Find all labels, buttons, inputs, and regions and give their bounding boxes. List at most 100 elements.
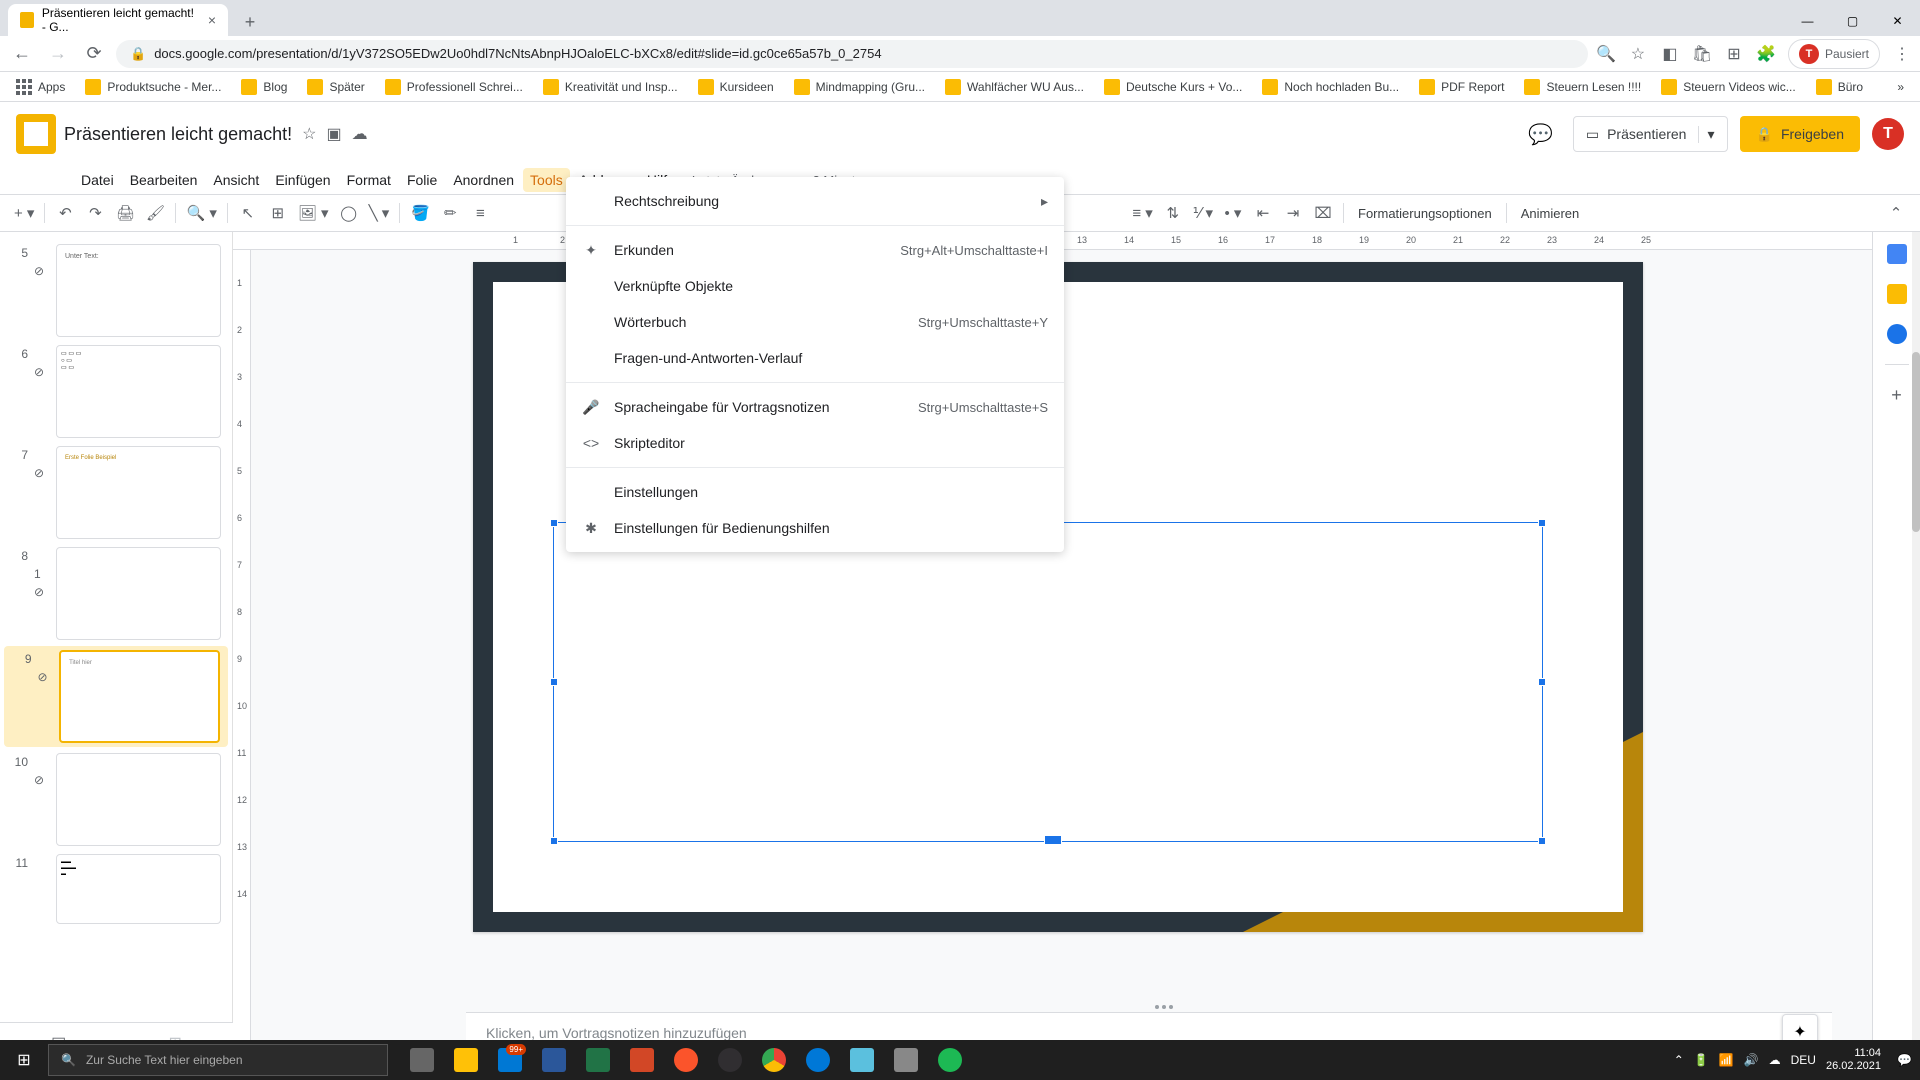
bookmark-item[interactable]: Steuern Videos wic... (1653, 75, 1804, 99)
numbered-list-button[interactable]: ⅟ ▾ (1189, 199, 1217, 227)
menu-anordnen[interactable]: Anordnen (446, 168, 521, 192)
move-icon[interactable]: ▣ (326, 124, 341, 144)
border-weight-button[interactable]: ≡ (466, 199, 494, 227)
taskbar-app-powerpoint[interactable] (620, 1040, 664, 1080)
thumbnail-row[interactable]: 6 ⊘ ▭ ▭ ▭○ ▭▭ ▭ (0, 341, 232, 442)
back-button[interactable]: ← (8, 40, 36, 68)
profile-paused[interactable]: T Pausiert (1788, 39, 1880, 69)
bookmark-item[interactable]: Später (299, 75, 372, 99)
decrease-indent-button[interactable]: ⇤ (1249, 199, 1277, 227)
shape-tool[interactable]: ◯ (335, 199, 363, 227)
menu-item-spracheingabe[interactable]: 🎤Spracheingabe für VortragsnotizenStrg+U… (566, 389, 1064, 425)
bookmark-item[interactable]: Kreativität und Insp... (535, 75, 686, 99)
line-spacing-button[interactable]: ⇅ (1159, 199, 1187, 227)
image-tool[interactable]: 🖼 ▾ (294, 199, 333, 227)
bookmark-item[interactable]: PDF Report (1411, 75, 1512, 99)
resize-handle[interactable] (1044, 835, 1062, 845)
ext-icon-1[interactable]: ◧ (1660, 44, 1680, 64)
zoom-button[interactable]: 🔍 ▾ (182, 199, 220, 227)
slide-thumbnail[interactable]: Titel hier (59, 650, 220, 743)
slide-thumbnail[interactable] (56, 547, 221, 640)
resize-handle[interactable] (1538, 837, 1546, 845)
tray-battery-icon[interactable]: 🔋 (1694, 1053, 1709, 1067)
thumbnail-row[interactable]: 10 ⊘ (0, 749, 232, 850)
textbox-tool[interactable]: ⊞ (264, 199, 292, 227)
add-addon-icon[interactable]: + (1887, 385, 1907, 405)
menu-ansicht[interactable]: Ansicht (206, 168, 266, 192)
slide-thumbnail[interactable]: Unter Text: (56, 244, 221, 337)
undo-button[interactable]: ↶ (51, 199, 79, 227)
taskbar-search[interactable]: 🔍 Zur Suche Text hier eingeben (48, 1044, 388, 1076)
print-button[interactable]: 🖨 (111, 199, 139, 227)
format-options-button[interactable]: Formatierungsoptionen (1350, 206, 1500, 221)
calendar-icon[interactable] (1887, 244, 1907, 264)
bookmark-item[interactable]: Büro (1808, 75, 1871, 99)
menu-icon[interactable]: ⋮ (1892, 44, 1912, 64)
redo-button[interactable]: ↷ (81, 199, 109, 227)
increase-indent-button[interactable]: ⇥ (1279, 199, 1307, 227)
resize-handle[interactable] (1538, 678, 1546, 686)
tray-notifications-icon[interactable]: 💬 (1897, 1053, 1912, 1067)
comments-button[interactable]: 💬 (1521, 114, 1561, 154)
reload-button[interactable]: ⟳ (80, 40, 108, 68)
menu-format[interactable]: Format (340, 168, 398, 192)
taskbar-app-notepad[interactable] (840, 1040, 884, 1080)
taskbar-app-chrome[interactable] (752, 1040, 796, 1080)
menu-item-skripteditor[interactable]: <>Skripteditor (566, 425, 1064, 461)
tray-language[interactable]: DEU (1791, 1053, 1816, 1067)
menu-tools[interactable]: Tools (523, 168, 570, 192)
menu-item-qa-verlauf[interactable]: Fragen-und-Antworten-Verlauf (566, 340, 1064, 376)
bookmark-item[interactable]: Professionell Schrei... (377, 75, 531, 99)
notes-resize-handle[interactable] (1149, 1005, 1179, 1009)
slide-thumbnail[interactable] (56, 753, 221, 846)
start-button[interactable]: ⊞ (0, 1040, 48, 1080)
fill-color-button[interactable]: 🪣 (406, 199, 434, 227)
tray-volume-icon[interactable]: 🔊 (1744, 1053, 1759, 1067)
new-tab-button[interactable]: + (236, 8, 264, 36)
taskbar-app-messages[interactable]: 99+ (488, 1040, 532, 1080)
bookmark-item[interactable]: Produktsuche - Mer... (77, 75, 229, 99)
align-button[interactable]: ≡ ▾ (1128, 199, 1156, 227)
clear-format-button[interactable]: ⌧ (1309, 199, 1337, 227)
line-tool[interactable]: ╲ ▾ (365, 199, 394, 227)
ext-icon-3[interactable]: ⊞ (1724, 44, 1744, 64)
menu-item-bedienungshilfen[interactable]: ✱Einstellungen für Bedienungshilfen (566, 510, 1064, 546)
taskbar-app-excel[interactable] (576, 1040, 620, 1080)
menu-bearbeiten[interactable]: Bearbeiten (123, 168, 205, 192)
document-title[interactable]: Präsentieren leicht gemacht! ☆ ▣ ☁ (64, 124, 1513, 145)
slide-thumbnail[interactable]: ▭ ▭ ▭○ ▭▭ ▭ (56, 345, 221, 438)
bookmark-apps[interactable]: Apps (8, 75, 73, 99)
menu-folie[interactable]: Folie (400, 168, 444, 192)
taskbar-app-obs[interactable] (708, 1040, 752, 1080)
tasks-icon[interactable] (1887, 324, 1907, 344)
puzzle-icon[interactable]: 🧩 (1756, 44, 1776, 64)
tray-clock[interactable]: 11:04 26.02.2021 (1826, 1047, 1887, 1073)
thumbnail-row[interactable]: 8 1⊘ (0, 543, 232, 644)
bulleted-list-button[interactable]: • ▾ (1219, 199, 1247, 227)
collapse-toolbar-button[interactable]: ⌃ (1882, 199, 1910, 227)
bookmark-item[interactable]: Mindmapping (Gru... (786, 75, 933, 99)
menu-einfuegen[interactable]: Einfügen (268, 168, 337, 192)
bookmark-item[interactable]: Noch hochladen Bu... (1254, 75, 1407, 99)
browser-tab[interactable]: Präsentieren leicht gemacht! - G... × (8, 4, 228, 36)
menu-datei[interactable]: Datei (74, 168, 121, 192)
thumbnail-row-selected[interactable]: 9 ⊘ Titel hier (4, 646, 228, 747)
present-dropdown-icon[interactable]: ▾ (1698, 126, 1714, 143)
menu-item-einstellungen[interactable]: Einstellungen (566, 474, 1064, 510)
taskbar-app-edge[interactable] (796, 1040, 840, 1080)
animate-button[interactable]: Animieren (1513, 206, 1588, 221)
menu-item-verknuepfte-objekte[interactable]: Verknüpfte Objekte (566, 268, 1064, 304)
star-icon[interactable]: ☆ (302, 124, 316, 144)
keep-icon[interactable] (1887, 284, 1907, 304)
taskbar-app-2[interactable] (884, 1040, 928, 1080)
thumbnail-row[interactable]: 11 ▬▬▬▬▬▬ (0, 850, 232, 928)
menu-item-rechtschreibung[interactable]: Rechtschreibung▸ (566, 183, 1064, 219)
resize-handle[interactable] (550, 837, 558, 845)
taskbar-app-word[interactable] (532, 1040, 576, 1080)
bookmark-item[interactable]: Deutsche Kurs + Vo... (1096, 75, 1250, 99)
star-icon[interactable]: ☆ (1628, 44, 1648, 64)
paint-format-button[interactable]: 🖌 (141, 199, 169, 227)
menu-item-erkunden[interactable]: ✦ErkundenStrg+Alt+Umschalttaste+I (566, 232, 1064, 268)
resize-handle[interactable] (1538, 519, 1546, 527)
new-slide-button[interactable]: + ▾ (10, 199, 38, 227)
